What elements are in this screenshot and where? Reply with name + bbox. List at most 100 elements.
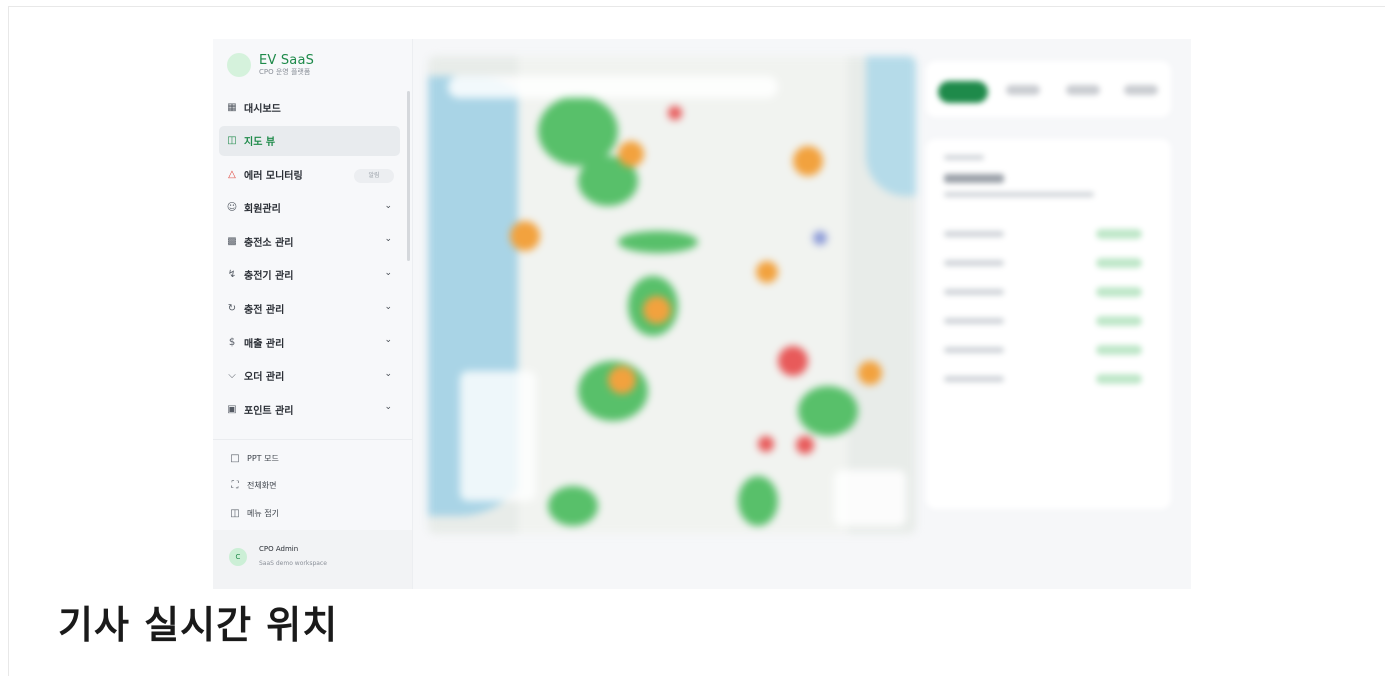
chevron-down-icon: ⌄ — [384, 301, 392, 312]
chevron-down-icon: ⌄ — [384, 368, 392, 379]
chevron-down-icon: ⌄ — [384, 335, 392, 346]
map-cluster — [858, 361, 882, 385]
sidebar: EV SaaS CPO 운영 플랫폼 ▦ 대시보드 ◫ 지도 뷰 △ 에러 모니… — [213, 39, 413, 589]
page-caption: 기사 실시간 위치 — [58, 603, 339, 647]
sidebar-item-label: 지도 뷰 — [244, 137, 276, 149]
card-title — [944, 174, 1004, 183]
map-cluster — [778, 346, 808, 376]
tab[interactable] — [1124, 85, 1158, 95]
brand-subtitle: CPO 운영 플랫폼 — [259, 68, 311, 76]
sidebar-item-label: 충전소 관리 — [244, 237, 294, 249]
sidebar-item-chargers[interactable]: ↯ 충전기 관리 ⌄ — [219, 260, 400, 290]
chevron-down-icon: ⌄ — [384, 200, 392, 211]
chevron-down-icon: ⌄ — [384, 267, 392, 278]
map-view[interactable] — [428, 56, 916, 534]
panel-tabs — [926, 61, 1171, 117]
brand: EV SaaS CPO 운영 플랫폼 — [227, 53, 314, 77]
list-item — [944, 376, 1004, 382]
map-icon: ◫ — [227, 135, 237, 147]
sidebar-item-error-monitoring[interactable]: △ 에러 모니터링 알림 — [219, 159, 400, 189]
map-legend — [460, 371, 536, 501]
fullscreen-button[interactable]: ⛶ 전체화면 — [229, 475, 389, 495]
sidebar-item-label: 충전 관리 — [244, 305, 285, 317]
list-item — [944, 318, 1004, 324]
map-cluster — [618, 141, 644, 167]
sidebar-item-label: 대시보드 — [244, 103, 281, 115]
status-badge — [1096, 229, 1142, 239]
building-icon: ▩ — [227, 235, 237, 247]
sidebar-item-orders[interactable]: ⌵ 오더 관리 ⌄ — [219, 361, 400, 391]
sidebar-item-label: 에러 모니터링 — [244, 170, 303, 182]
collapse-menu-button[interactable]: ◫ 메뉴 접기 — [229, 503, 389, 523]
map-cluster — [643, 296, 671, 324]
status-badge — [1096, 345, 1142, 355]
util-label: 전체화면 — [247, 480, 277, 490]
util-label: 메뉴 접기 — [247, 508, 279, 518]
user-profile[interactable]: C CPO Admin SaaS demo workspace — [213, 530, 412, 589]
sidebar-item-map-view[interactable]: ◫ 지도 뷰 — [219, 125, 400, 156]
sidebar-item-charging[interactable]: ↻ 충전 관리 ⌄ — [219, 294, 400, 324]
sidebar-item-label: 회원관리 — [244, 204, 281, 216]
card-text — [944, 192, 1094, 197]
sidebar-nav: ▦ 대시보드 ◫ 지도 뷰 △ 에러 모니터링 알림 ☺ 회원관리 ⌄ ▩ 충전… — [219, 92, 400, 428]
bolt-icon: ↯ — [227, 269, 237, 281]
fullscreen-icon: ⛶ — [231, 479, 239, 491]
brand-name: EV SaaS — [259, 53, 315, 68]
ppt-mode-button[interactable]: □ PPT 모드 — [229, 448, 389, 468]
chevron-down-icon: ⌄ — [384, 234, 392, 245]
sidebar-item-points[interactable]: ▣ 포인트 관리 ⌄ — [219, 394, 400, 424]
user-workspace: SaaS demo workspace — [259, 560, 327, 567]
sidebar-item-members[interactable]: ☺ 회원관리 ⌄ — [219, 193, 400, 223]
tab[interactable] — [1066, 85, 1100, 95]
map-cluster — [758, 436, 774, 452]
sidebar-item-label: 매출 관리 — [244, 338, 285, 350]
util-label: PPT 모드 — [247, 453, 279, 463]
list-item — [944, 289, 1004, 295]
tab-active[interactable] — [938, 81, 988, 103]
cart-icon: ⌵ — [228, 370, 236, 382]
grid-icon: ▦ — [227, 101, 237, 113]
map-cluster — [618, 231, 698, 253]
list-item — [944, 260, 1004, 266]
gift-icon: ▣ — [227, 403, 237, 415]
sidebar-scrollbar[interactable] — [407, 91, 410, 261]
user-name: CPO Admin — [259, 545, 299, 553]
map-cluster — [798, 386, 858, 436]
chevron-down-icon: ⌄ — [384, 402, 392, 413]
sidebar-item-label: 포인트 관리 — [244, 405, 294, 417]
sidebar-divider — [213, 439, 412, 440]
sidebar-item-dashboard[interactable]: ▦ 대시보드 — [219, 92, 400, 122]
tab[interactable] — [1006, 85, 1040, 95]
status-badge — [1096, 258, 1142, 268]
status-badge — [1096, 374, 1142, 384]
map-stat-card — [834, 470, 906, 526]
sidebar-item-stations[interactable]: ▩ 충전소 관리 ⌄ — [219, 226, 400, 256]
sidebar-item-sales[interactable]: $ 매출 관리 ⌄ — [219, 327, 400, 357]
history-icon: ↻ — [227, 303, 237, 315]
map-cluster — [796, 436, 814, 454]
presentation-icon: □ — [230, 452, 240, 464]
map-cluster — [738, 476, 778, 526]
sidebar-item-label: 충전기 관리 — [244, 271, 294, 283]
map-search-input[interactable] — [448, 76, 778, 98]
list-item — [944, 347, 1004, 353]
collapse-sidebar-icon: ◫ — [230, 507, 240, 519]
map-cluster — [793, 146, 823, 176]
warning-icon: △ — [228, 168, 236, 180]
map-cluster — [548, 486, 598, 526]
card-text — [944, 155, 984, 160]
alert-badge: 알림 — [354, 169, 394, 184]
avatar: C — [229, 548, 247, 566]
map-cluster — [813, 231, 827, 245]
sidebar-item-label: 오더 관리 — [244, 372, 285, 384]
list-item — [944, 231, 1004, 237]
map-cluster — [608, 366, 636, 394]
status-badge — [1096, 287, 1142, 297]
app-screenshot: EV SaaS CPO 운영 플랫폼 ▦ 대시보드 ◫ 지도 뷰 △ 에러 모니… — [213, 39, 1191, 589]
brand-logo — [227, 53, 251, 77]
map-cluster — [668, 106, 682, 120]
dollar-icon: $ — [228, 336, 236, 348]
info-card — [926, 139, 1171, 509]
right-panel — [926, 61, 1171, 509]
sea-area — [866, 56, 916, 196]
